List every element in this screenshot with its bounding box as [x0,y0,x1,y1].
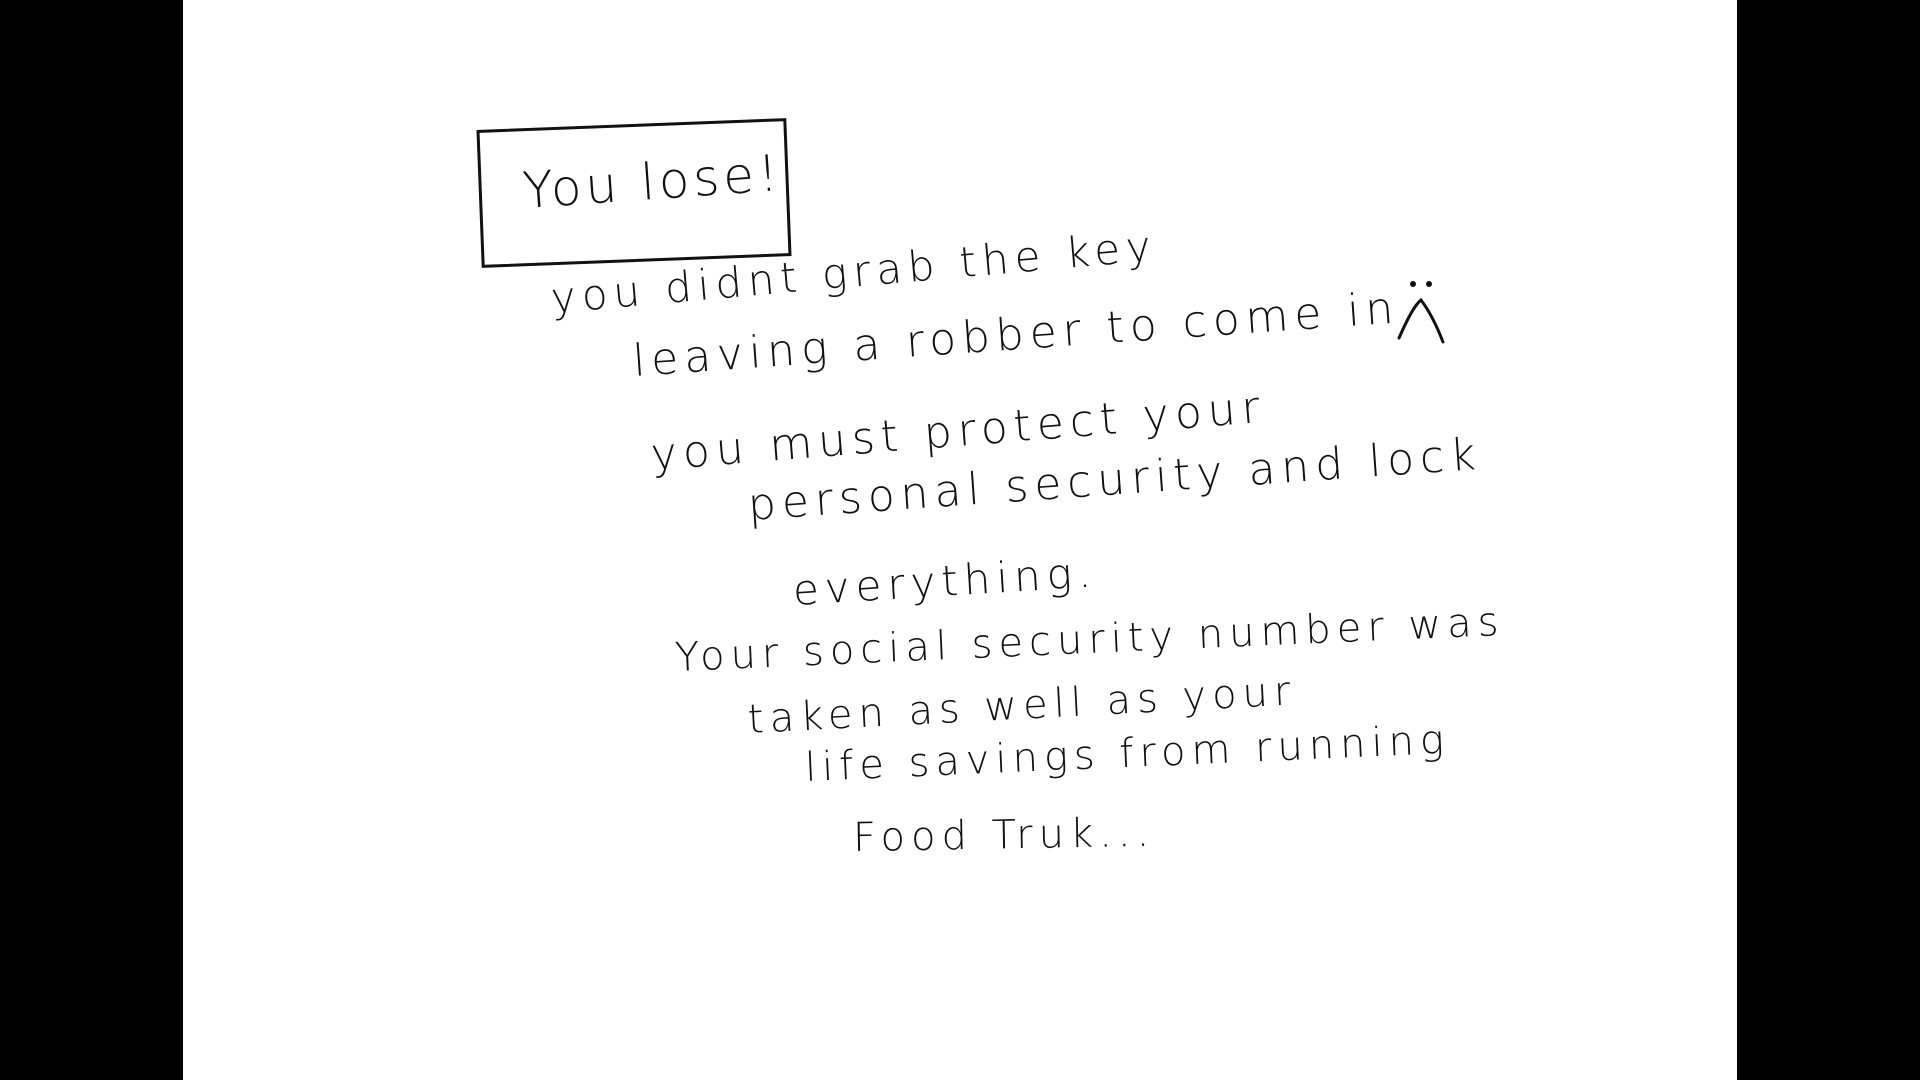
letterbox-right [1737,0,1920,1080]
message-line-5: everything. [791,547,1099,615]
drawing-canvas: You lose! you didnt grab the key leaving… [183,0,1737,1080]
game-screen: You lose! you didnt grab the key leaving… [0,0,1920,1080]
letterbox-left [0,0,183,1080]
message-line-9: Food Truk... [852,809,1156,861]
sad-face-icon [1397,281,1445,344]
